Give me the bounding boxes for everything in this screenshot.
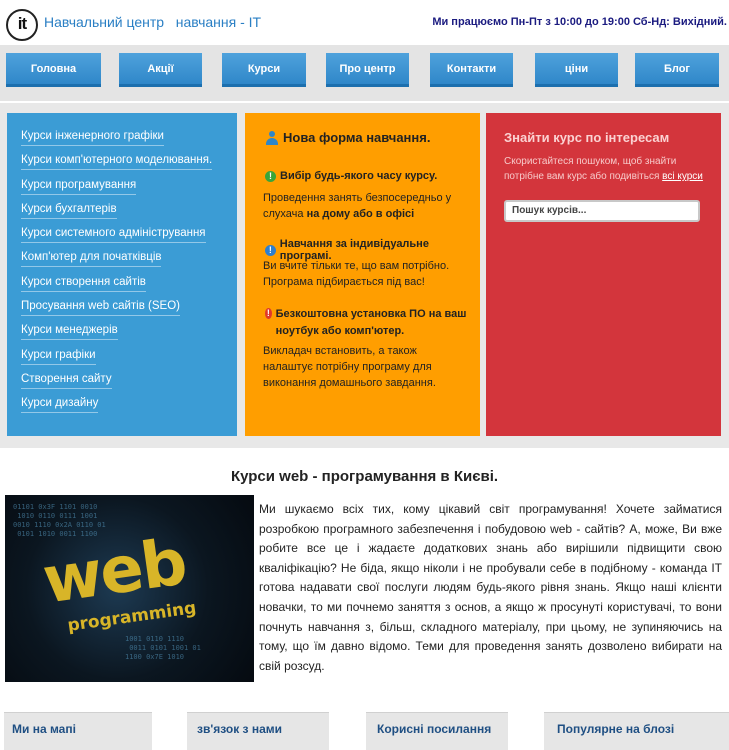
site-title[interactable]: Навчальний центр навчання - IT bbox=[44, 14, 261, 30]
logo-text: it bbox=[17, 14, 27, 33]
search-card-description: Скористайтеся пошуком, щоб знайти потріб… bbox=[504, 154, 714, 184]
work-hours: Ми працюємо Пн-Пт з 10:00 до 19:00 Сб-Нд… bbox=[432, 16, 727, 28]
main-nav: Головна Акції Курси Про центр Контакти ц… bbox=[0, 45, 729, 101]
nav-courses[interactable]: Курси bbox=[222, 53, 306, 87]
info-blue-icon: ! bbox=[265, 244, 276, 256]
section-heading-install: ! Безкоштовна установка ПО на ваш ноутбу… bbox=[265, 306, 470, 340]
nav-promotions[interactable]: Акції bbox=[119, 53, 202, 87]
search-input[interactable]: Пошук курсів... bbox=[504, 200, 700, 222]
logo[interactable]: it bbox=[6, 9, 38, 41]
feature-cards: Курси інженерного графіки Курси комп'юте… bbox=[0, 103, 729, 448]
course-link-websites[interactable]: Курси створення сайтів bbox=[21, 276, 146, 292]
section-heading-install-text: Безкоштовна установка ПО на ваш ноутбук … bbox=[275, 308, 467, 337]
section-text-time: Проведення занять безпосередньо у слухач… bbox=[263, 190, 468, 222]
nav-about[interactable]: Про центр bbox=[326, 53, 409, 87]
section-heading-time: ! Вибір будь-якого часу курсу. bbox=[265, 170, 437, 182]
section-text-install: Викладач встановить, а також налаштує по… bbox=[263, 345, 436, 389]
search-desc-text: Скористайтеся пошуком, щоб знайти потріб… bbox=[504, 156, 677, 182]
new-form-title: Нова форма навчання. bbox=[265, 130, 430, 145]
section-heading-time-text: Вибір будь-якого часу курсу. bbox=[280, 170, 438, 182]
web-programming-image: 01101 0x3F 1101 0010 1010 0110 0111 1001… bbox=[5, 495, 254, 682]
footer-blog-title: Популярне на блозі bbox=[557, 722, 675, 736]
search-card-title: Знайти курс по інтересам bbox=[504, 130, 670, 145]
course-link-beginners[interactable]: Комп'ютер для початківців bbox=[21, 251, 162, 267]
image-decoration: 01101 0x3F 1101 0010 1010 0110 0111 1001… bbox=[13, 503, 106, 538]
nav-prices[interactable]: ціни bbox=[535, 53, 618, 87]
all-courses-link[interactable]: всі курси bbox=[662, 171, 703, 182]
courses-card: Курси інженерного графіки Курси комп'юте… bbox=[7, 113, 237, 436]
nav-home[interactable]: Головна bbox=[6, 53, 101, 87]
footer-blog: Популярне на блозі bbox=[544, 712, 729, 750]
course-link-managers[interactable]: Курси менеджерів bbox=[21, 324, 118, 340]
footer-map: Ми на мапі bbox=[4, 712, 152, 750]
nav-blog[interactable]: Блог bbox=[635, 53, 719, 87]
site-header: it Навчальний центр навчання - IT Ми пра… bbox=[0, 0, 729, 45]
section-text-individual: Ви вчите тільки те, що вам потрібно. Про… bbox=[263, 260, 450, 288]
course-link-seo[interactable]: Просування web сайтів (SEO) bbox=[21, 300, 180, 316]
article-title: Курси web - програмування в Києві. bbox=[230, 468, 499, 485]
footer-links-title: Корисні посилання bbox=[377, 722, 492, 736]
course-link-sysadmin[interactable]: Курси системного адміністрування bbox=[21, 227, 206, 243]
course-link-engineering-graphics[interactable]: Курси інженерного графіки bbox=[21, 130, 164, 146]
section-text-time-bold: на дому або в офісі bbox=[306, 208, 415, 220]
article-text: Ми шукаємо всіх тих, кому цікавий світ п… bbox=[259, 502, 722, 673]
new-form-title-text: Нова форма навчання. bbox=[283, 130, 431, 145]
course-link-programming[interactable]: Курси програмування bbox=[21, 179, 137, 195]
footer-contact: зв'язок з нами bbox=[187, 712, 329, 750]
course-link-graphics[interactable]: Курси графіки bbox=[21, 349, 96, 365]
footer-links: Корисні посилання bbox=[366, 712, 508, 750]
info-green-icon: ! bbox=[265, 170, 276, 182]
nav-contacts[interactable]: Контакти bbox=[430, 53, 513, 87]
course-link-design[interactable]: Курси дизайну bbox=[21, 397, 99, 413]
new-form-card: Нова форма навчання. ! Вибір будь-якого … bbox=[245, 113, 480, 436]
info-red-icon: ! bbox=[265, 308, 272, 319]
footer-contact-title: зв'язок з нами bbox=[197, 722, 283, 736]
search-card: Знайти курс по інтересам Скористайтеся п… bbox=[486, 113, 721, 436]
image-decoration-bottom: 1001 0110 1110 0011 0101 1001 01 1100 0x… bbox=[125, 635, 201, 661]
user-icon bbox=[265, 130, 279, 145]
course-link-site-creation[interactable]: Створення сайту bbox=[21, 373, 112, 389]
course-link-computer-modeling[interactable]: Курси комп'ютерного моделювання. bbox=[21, 154, 213, 170]
footer-map-title: Ми на мапі bbox=[12, 722, 76, 736]
course-link-accounting[interactable]: Курси бухгалтерів bbox=[21, 203, 117, 219]
